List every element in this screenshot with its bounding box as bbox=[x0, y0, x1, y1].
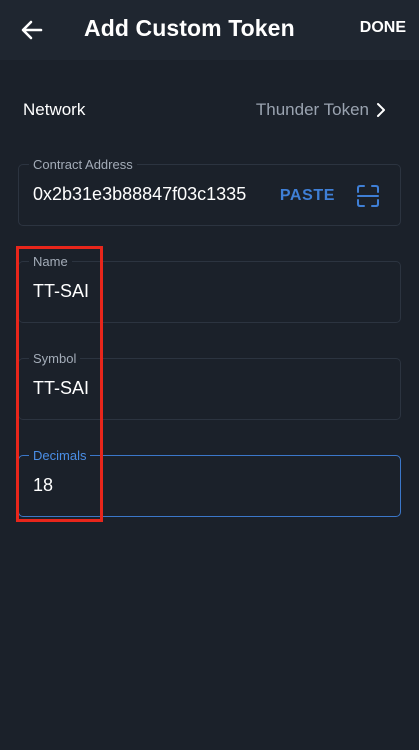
network-value: Thunder Token bbox=[255, 100, 369, 119]
page-title: Add Custom Token bbox=[84, 15, 295, 41]
back-button[interactable] bbox=[14, 12, 50, 48]
contract-address-field[interactable]: Contract Address 0x2b31e3b88847f03c1335 … bbox=[18, 157, 401, 226]
contract-address-input[interactable]: 0x2b31e3b88847f03c1335 bbox=[33, 184, 253, 205]
paste-button[interactable]: PASTE bbox=[280, 187, 335, 205]
highlight-annotation bbox=[16, 246, 103, 522]
contract-address-label: Contract Address bbox=[29, 157, 137, 173]
network-selector[interactable]: Network Thunder Token bbox=[0, 90, 419, 130]
chevron-right-icon bbox=[377, 103, 385, 117]
network-label: Network bbox=[23, 100, 86, 119]
done-button[interactable]: DONE bbox=[360, 19, 406, 37]
app-bar: Add Custom Token DONE bbox=[0, 0, 419, 60]
arrow-left-icon bbox=[21, 20, 43, 40]
scan-icon[interactable] bbox=[356, 184, 380, 208]
